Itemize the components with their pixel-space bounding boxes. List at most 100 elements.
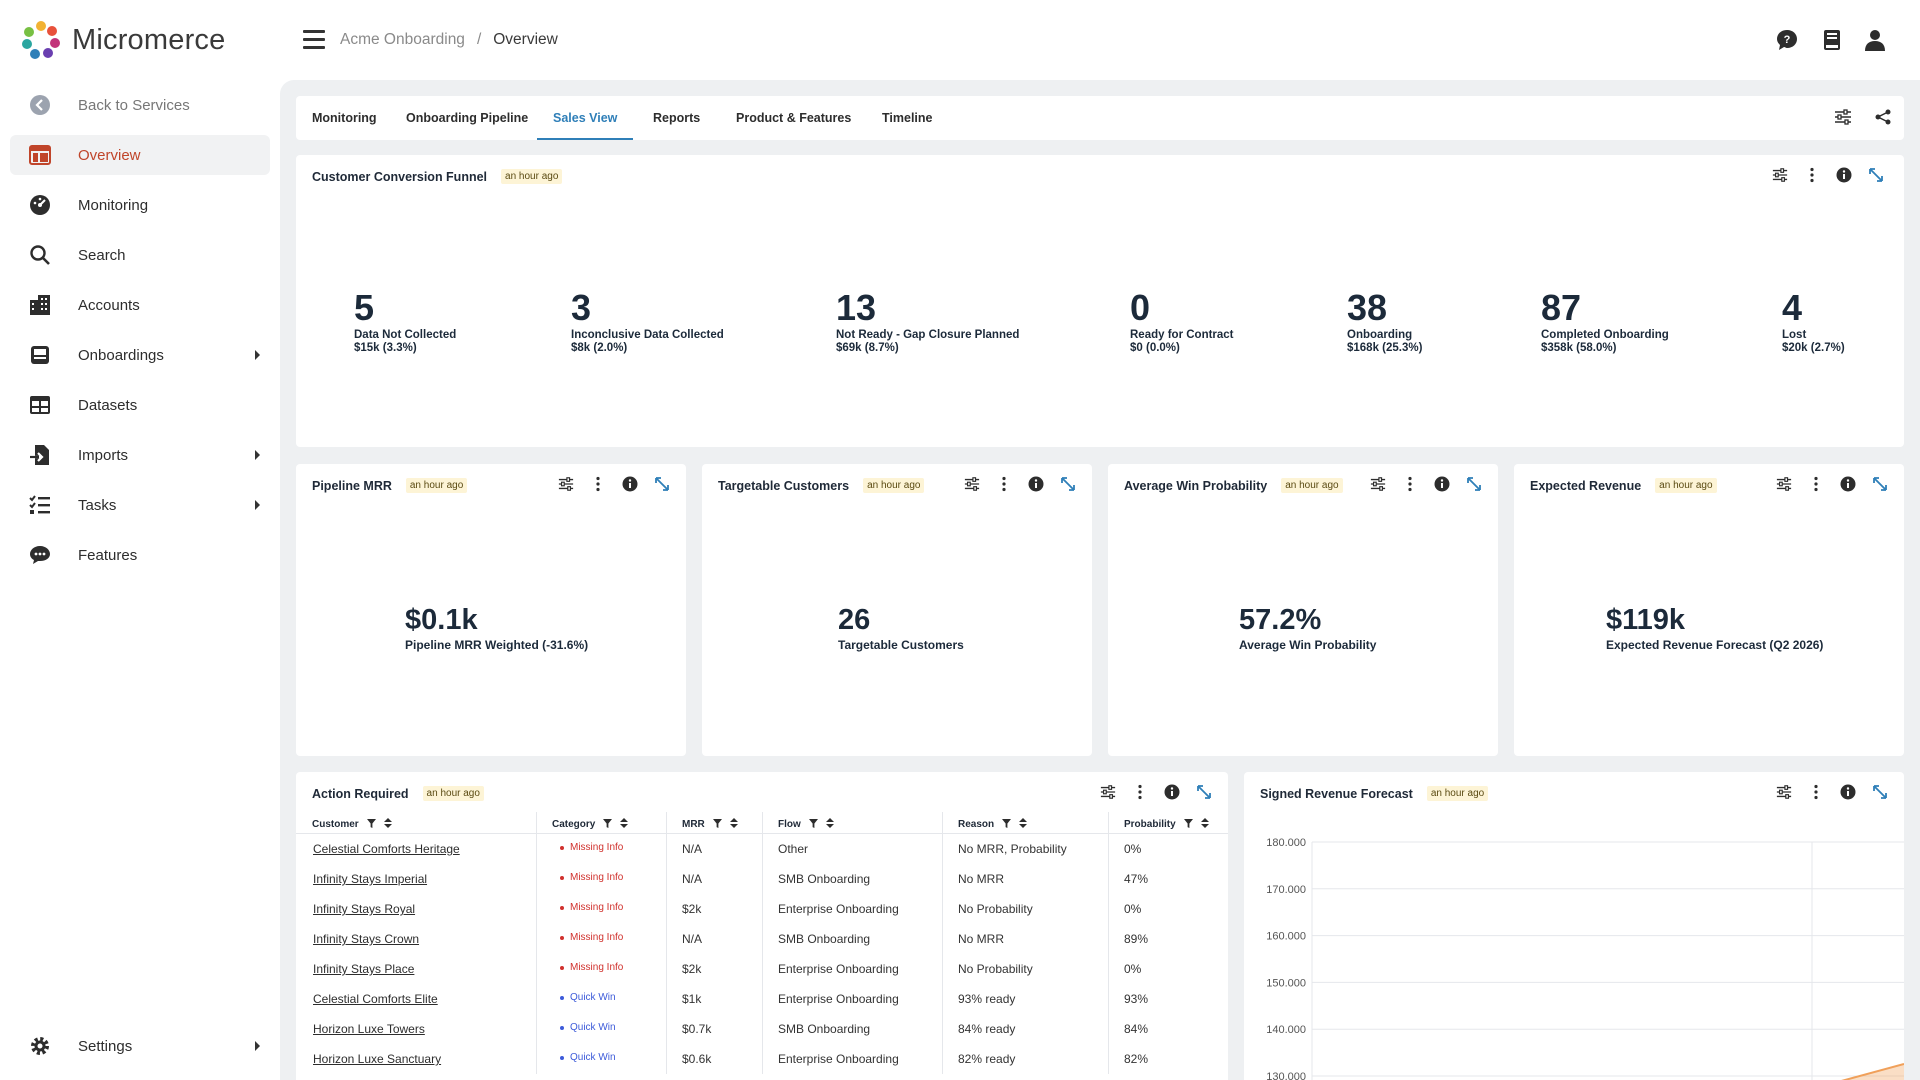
filter-sliders-icon[interactable] — [1776, 784, 1792, 800]
sort-icon[interactable] — [1019, 818, 1028, 831]
filter-sliders-icon[interactable] — [1100, 784, 1116, 800]
card-title: Targetable Customers an hour ago — [718, 478, 925, 493]
info-icon[interactable] — [1434, 476, 1450, 492]
table-row[interactable]: Infinity Stays Crown Missing Info N/A SMB O… — [296, 924, 1228, 954]
filter-funnel-icon[interactable] — [808, 818, 818, 831]
filter-funnel-icon[interactable] — [712, 818, 722, 831]
user-account-icon[interactable] — [1863, 28, 1887, 52]
filter-sliders-icon[interactable] — [1834, 108, 1854, 128]
breadcrumb-parent[interactable]: Acme Onboarding — [340, 31, 465, 49]
sort-icon[interactable] — [620, 818, 629, 831]
sidebar-item-label: Monitoring — [78, 196, 149, 214]
table-row[interactable]: Infinity Stays Place Missing Info $2k Enter… — [296, 954, 1228, 984]
filter-funnel-icon[interactable] — [1183, 818, 1193, 831]
column-header[interactable]: Flow — [778, 818, 834, 831]
sidebar-item-datasets[interactable]: Datasets — [10, 385, 270, 425]
sidebar-item-tasks[interactable]: Tasks — [10, 485, 270, 525]
info-icon[interactable] — [1840, 476, 1856, 492]
customer-link[interactable]: Horizon Luxe Sanctuary — [313, 1052, 441, 1066]
info-icon[interactable] — [1028, 476, 1044, 492]
sidebar-item-settings[interactable]: Settings — [10, 1026, 270, 1066]
customer-link[interactable]: Celestial Comforts Heritage — [313, 842, 460, 856]
sort-icon[interactable] — [383, 818, 392, 831]
expand-icon[interactable] — [1868, 167, 1884, 183]
expand-icon[interactable] — [1872, 784, 1888, 800]
tab-reports[interactable]: Reports — [653, 96, 700, 140]
filter-funnel-icon[interactable] — [1002, 818, 1012, 831]
funnel-stage: 38 Onboarding $168k (25.3%) — [1347, 289, 1422, 355]
column-header[interactable]: MRR — [682, 818, 738, 831]
more-vertical-icon[interactable] — [1808, 784, 1824, 800]
share-icon[interactable] — [1874, 108, 1894, 128]
back-arrow-icon — [28, 93, 52, 117]
table-row[interactable]: Celestial Comforts Heritage Missing Info N… — [296, 834, 1228, 864]
column-header[interactable]: Category — [552, 818, 629, 831]
customer-link[interactable]: Infinity Stays Place — [313, 962, 414, 976]
info-icon[interactable] — [622, 476, 638, 492]
tab-sales-view[interactable]: Sales View — [536, 96, 634, 140]
filter-sliders-icon[interactable] — [1772, 167, 1788, 183]
filter-sliders-icon[interactable] — [1776, 476, 1792, 492]
column-header[interactable]: Customer — [312, 818, 392, 831]
filter-funnel-icon[interactable] — [366, 818, 376, 831]
customer-link[interactable]: Infinity Stays Crown — [313, 932, 419, 946]
flow-cell: Other — [778, 842, 809, 856]
category-label: Missing Info — [570, 902, 624, 913]
hamburger-menu-button[interactable] — [303, 30, 325, 50]
sidebar-item-search[interactable]: Search — [10, 235, 270, 275]
category-tag: Missing Info — [560, 872, 623, 883]
info-icon[interactable] — [1840, 784, 1856, 800]
sort-icon[interactable] — [1200, 818, 1209, 831]
filter-sliders-icon[interactable] — [558, 476, 574, 492]
info-icon[interactable] — [1836, 167, 1852, 183]
logo[interactable]: Micromerce — [20, 18, 225, 62]
expand-icon[interactable] — [1060, 476, 1076, 492]
funnel-stage-sub: $15k (3.3%) — [354, 342, 417, 354]
sidebar-item-features[interactable]: Features — [10, 535, 270, 575]
table-row[interactable]: Infinity Stays Royal Missing Info $2k Enter… — [296, 894, 1228, 924]
filter-sliders-icon[interactable] — [964, 476, 980, 492]
more-vertical-icon[interactable] — [1132, 784, 1148, 800]
category-dot — [560, 845, 564, 850]
tab-onboarding-pipeline[interactable]: Onboarding Pipeline — [406, 96, 528, 140]
tab-product-features[interactable]: Product & Features — [736, 96, 851, 140]
customer-link[interactable]: Celestial Comforts Elite — [313, 992, 438, 1006]
filter-sliders-icon[interactable] — [1370, 476, 1386, 492]
info-icon[interactable] — [1164, 784, 1180, 800]
sidebar-item-accounts[interactable]: Accounts — [10, 285, 270, 325]
table-row[interactable]: Infinity Stays Imperial Missing Info N/A SM… — [296, 864, 1228, 894]
customer-link[interactable]: Horizon Luxe Towers — [313, 1022, 425, 1036]
mrr-cell: $1k — [682, 992, 702, 1006]
book-icon[interactable] — [1820, 28, 1844, 52]
more-vertical-icon[interactable] — [1808, 476, 1824, 492]
table-row[interactable]: Celestial Comforts Elite Quick Win $1k Ente… — [296, 984, 1228, 1014]
sidebar-item-imports[interactable]: Imports — [10, 435, 270, 475]
sidebar-item-monitoring[interactable]: Monitoring — [10, 185, 270, 225]
funnel-stage: 3 Inconclusive Data Collected $8k (2.0%) — [571, 289, 724, 355]
file-import-icon — [28, 443, 52, 467]
table-row[interactable]: Horizon Luxe Sanctuary Quick Win $0.6k Ente… — [296, 1044, 1228, 1074]
customer-link[interactable]: Infinity Stays Imperial — [313, 872, 427, 886]
sort-icon[interactable] — [729, 818, 738, 831]
more-vertical-icon[interactable] — [1804, 167, 1820, 183]
column-header[interactable]: Reason — [958, 818, 1028, 831]
sort-icon[interactable] — [825, 818, 834, 831]
tab-timeline[interactable]: Timeline — [882, 96, 932, 140]
table-row[interactable]: Horizon Luxe Towers Quick Win $0.7k SMB Onb… — [296, 1014, 1228, 1044]
customer-link[interactable]: Infinity Stays Royal — [313, 902, 415, 916]
expand-icon[interactable] — [1466, 476, 1482, 492]
expand-icon[interactable] — [1196, 784, 1212, 800]
sidebar-item-overview[interactable]: Overview — [10, 135, 270, 175]
more-vertical-icon[interactable] — [590, 476, 606, 492]
expand-icon[interactable] — [1872, 476, 1888, 492]
filter-funnel-icon[interactable] — [603, 818, 613, 831]
tab-monitoring[interactable]: Monitoring — [312, 96, 377, 140]
column-header[interactable]: Probability — [1124, 818, 1209, 831]
table-icon — [28, 393, 52, 417]
more-vertical-icon[interactable] — [1402, 476, 1418, 492]
more-vertical-icon[interactable] — [996, 476, 1012, 492]
help-chat-icon[interactable]: ? — [1775, 28, 1799, 52]
expand-icon[interactable] — [654, 476, 670, 492]
sidebar-item-onboardings[interactable]: Onboardings — [10, 335, 270, 375]
back-to-services-link[interactable]: Back to Services — [10, 85, 270, 125]
